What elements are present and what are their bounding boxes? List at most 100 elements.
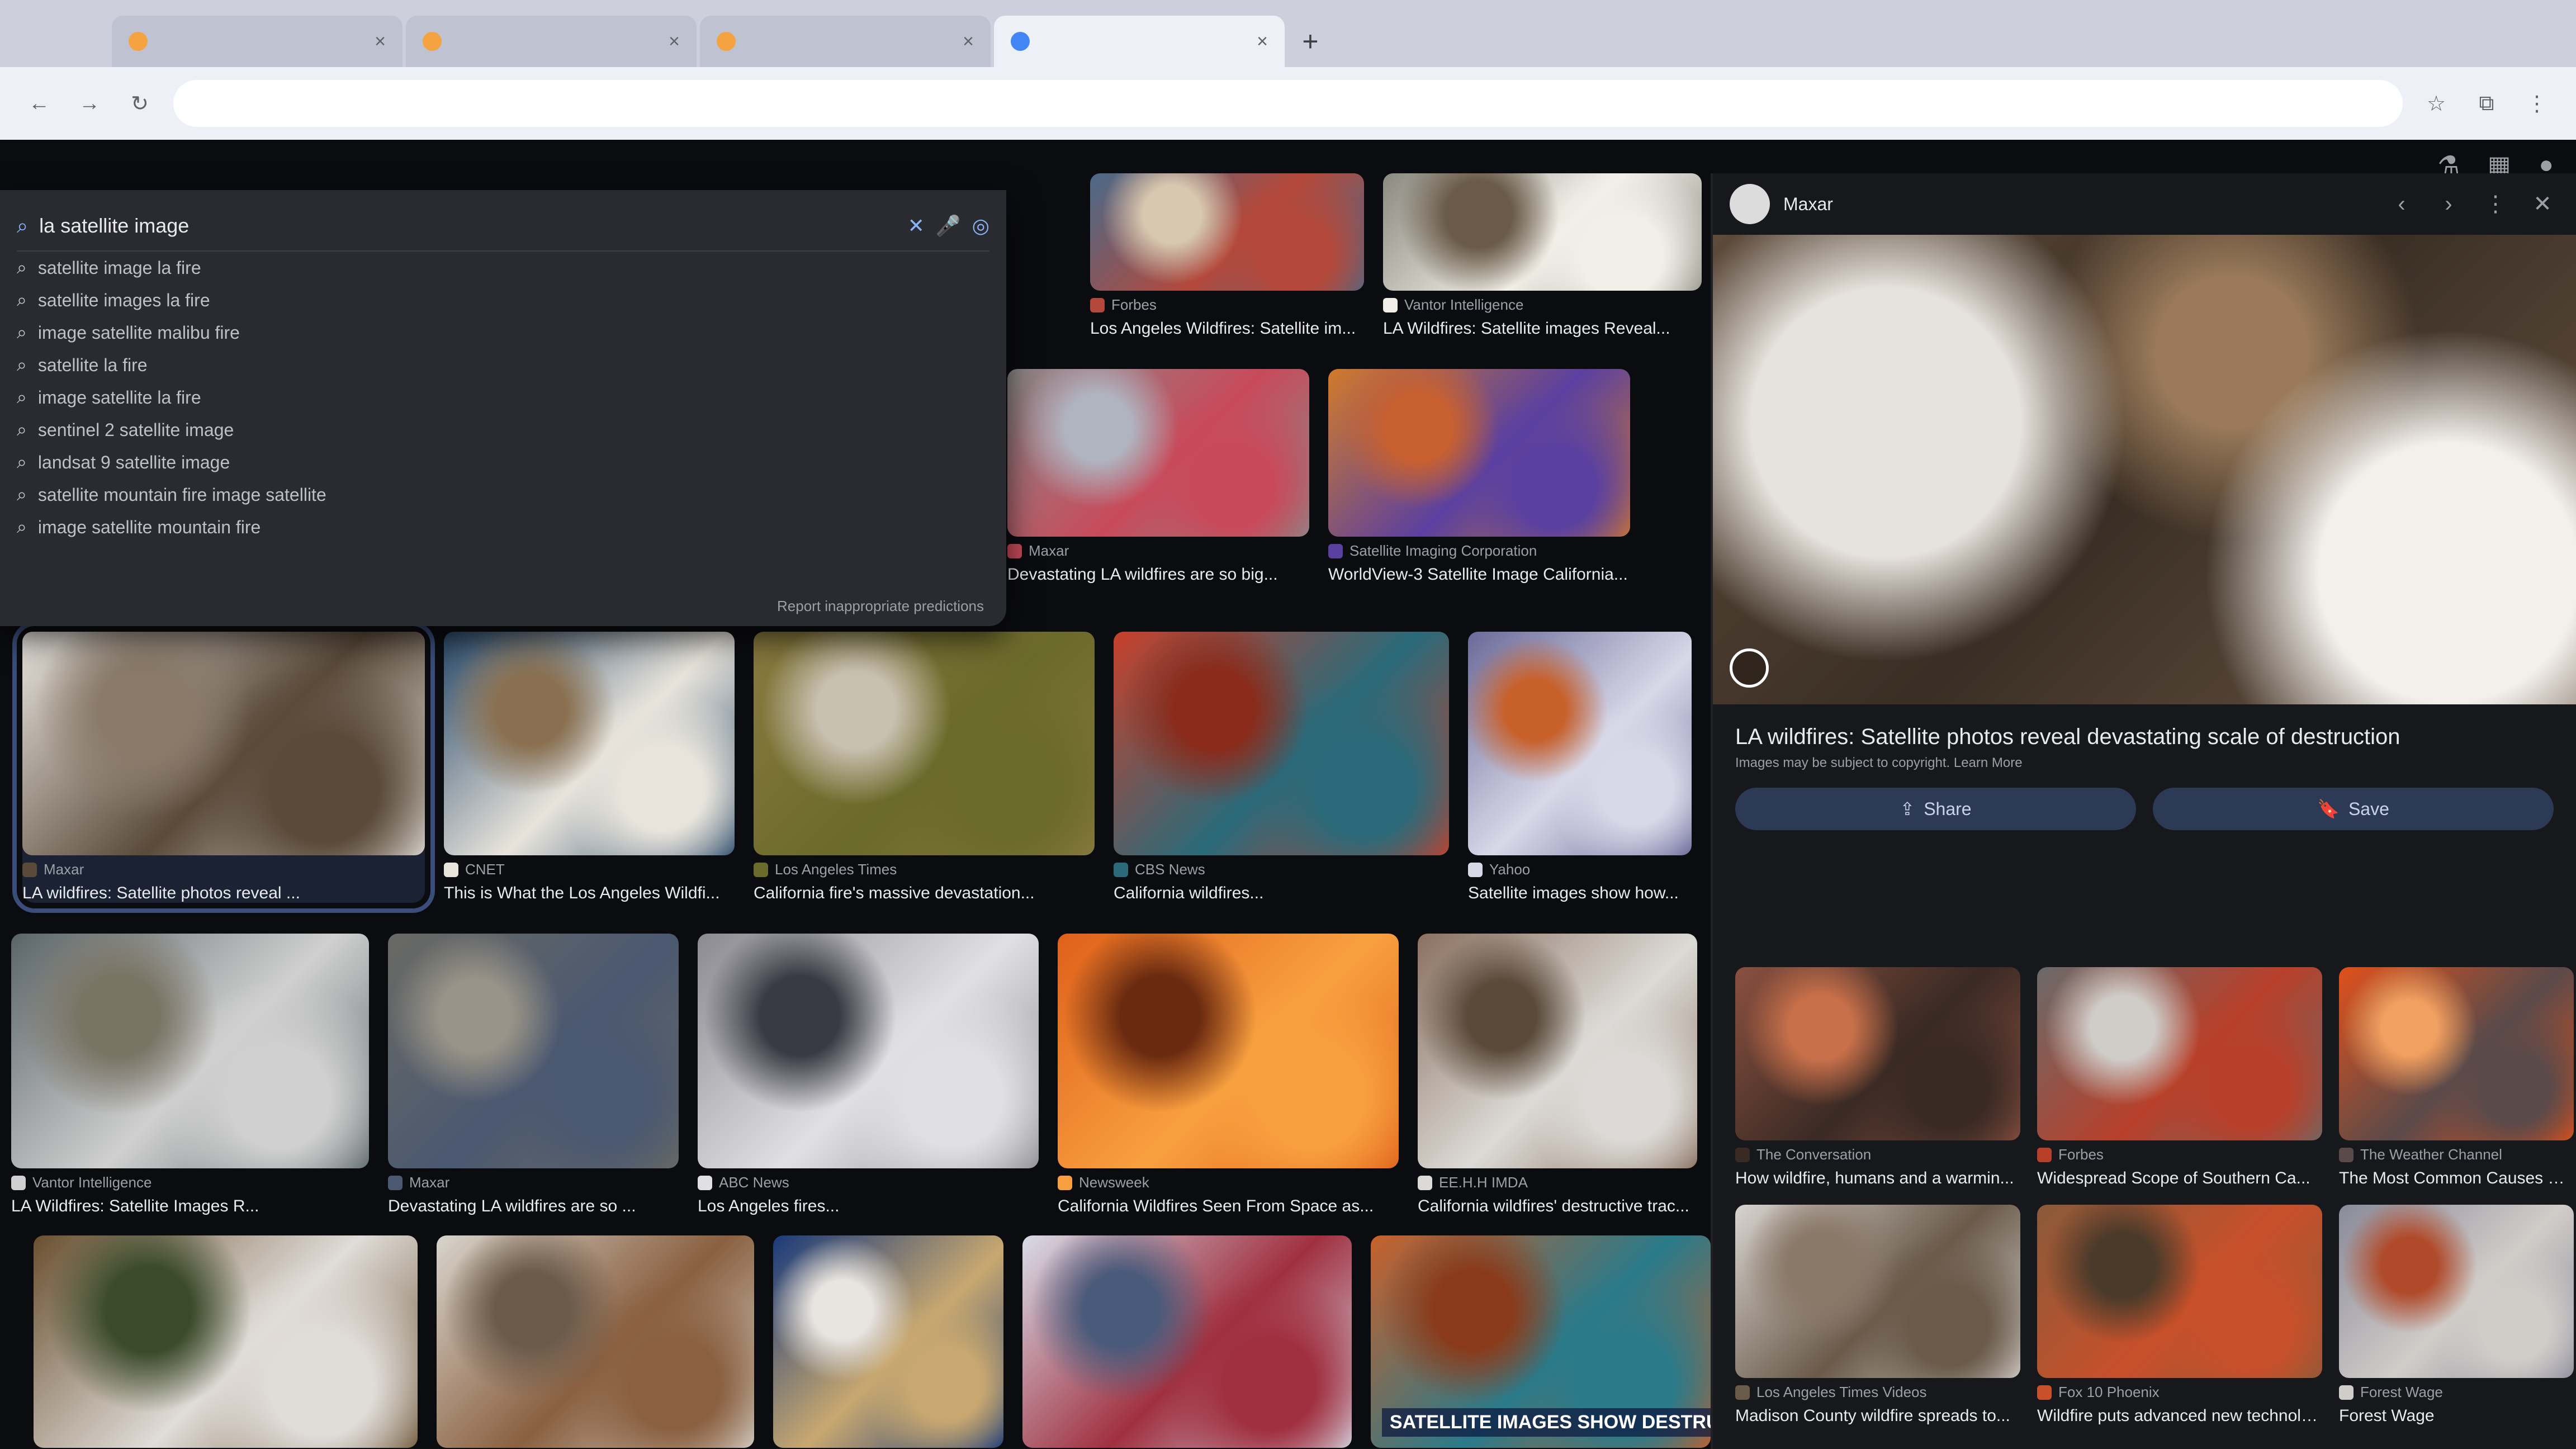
result-card[interactable]: CBS News California wildfires... (1114, 632, 1449, 903)
result-card-selected[interactable]: Maxar LA wildfires: Satellite photos reve… (12, 622, 435, 913)
search-suggestion[interactable]: ⌕ image satellite mountain fire (17, 511, 989, 543)
result-thumbnail[interactable] (444, 632, 735, 855)
result-card[interactable]: Space.com (1022, 1235, 1352, 1449)
related-card[interactable]: Los Angeles Times Videos Madison County w… (1735, 1205, 2020, 1426)
result-source[interactable]: CBS News (1114, 861, 1449, 878)
result-thumbnail[interactable] (1383, 173, 1702, 291)
search-suggestion[interactable]: ⌕ sentinel 2 satellite image (17, 414, 989, 446)
result-thumbnail[interactable] (1007, 369, 1309, 537)
related-caption[interactable]: Widespread Scope of Southern Ca... (2037, 1169, 2322, 1188)
result-caption[interactable]: LA Wildfires: Satellite Images R... (11, 1197, 369, 1216)
related-caption[interactable]: Wildfire puts advanced new technolo... (2037, 1407, 2322, 1426)
result-caption[interactable]: Devastating LA wildfires are so ... (388, 1197, 679, 1216)
result-card[interactable]: Vantor Intelligence LA Wildfires: Satelli… (1383, 173, 1702, 338)
search-suggestion[interactable]: ⌕ image satellite la fire (17, 381, 989, 414)
camera-icon[interactable]: ◎ (972, 214, 989, 238)
result-thumbnail[interactable] (1022, 1235, 1352, 1448)
lens-icon[interactable] (1730, 648, 1769, 688)
result-caption[interactable]: Satellite images show how... (1468, 884, 1692, 903)
result-card[interactable] (34, 1235, 418, 1449)
result-caption[interactable]: Devastating LA wildfires are so big... (1007, 565, 1309, 584)
url-input[interactable] (173, 80, 2403, 127)
related-caption[interactable]: How wildfire, humans and a warmin... (1735, 1169, 2020, 1188)
result-thumbnail[interactable] (34, 1235, 418, 1448)
browser-tab[interactable]: × (112, 16, 402, 67)
result-source[interactable]: Forbes (1090, 296, 1364, 314)
result-source[interactable]: Maxar (1007, 542, 1309, 560)
clear-icon[interactable]: ✕ (908, 214, 925, 238)
result-thumbnail[interactable] (22, 632, 425, 855)
menu-icon[interactable]: ⋮ (2520, 87, 2554, 120)
star-icon[interactable]: ☆ (2419, 87, 2453, 120)
result-card[interactable]: Vantor Intelligence LA Wildfires: Satelli… (11, 934, 369, 1216)
search-suggestion[interactable]: ⌕ landsat 9 satellite image (17, 446, 989, 479)
preview-title[interactable]: LA wildfires: Satellite photos reveal de… (1713, 704, 2576, 755)
result-card[interactable]: Maxar Devastating LA wildfires are so big… (1007, 369, 1309, 584)
save-button[interactable]: 🔖 Save (2153, 788, 2554, 830)
related-source[interactable]: Fox 10 Phoenix (2037, 1384, 2322, 1401)
browser-tab[interactable]: × (406, 16, 697, 67)
result-thumbnail[interactable] (1058, 934, 1399, 1168)
result-source[interactable]: CNET (444, 861, 735, 878)
result-card[interactable]: Maxar Devastating LA wildfires are so ... (388, 934, 679, 1216)
result-thumbnail[interactable] (1114, 632, 1449, 855)
related-caption[interactable]: Forest Wage (2339, 1407, 2574, 1426)
report-predictions-link[interactable]: Report inappropriate predictions (777, 598, 984, 615)
result-thumbnail[interactable] (436, 1235, 755, 1448)
search-suggestion[interactable]: ⌕ satellite mountain fire image satellite (17, 479, 989, 511)
mic-icon[interactable]: 🎤 (936, 214, 961, 238)
result-card[interactable]: Los Angeles Times California fire's massi… (754, 632, 1095, 903)
related-source[interactable]: Forest Wage (2339, 1384, 2574, 1401)
related-caption[interactable]: The Most Common Causes of W... (2339, 1169, 2574, 1188)
result-caption[interactable]: California wildfires... (1114, 884, 1449, 903)
result-source[interactable]: Maxar (388, 1174, 679, 1191)
related-thumbnail[interactable] (1735, 1205, 2020, 1378)
related-source[interactable]: Los Angeles Times Videos (1735, 1384, 2020, 1401)
reload-icon[interactable]: ↻ (123, 87, 157, 120)
new-tab-button[interactable]: + (1288, 16, 1333, 67)
related-thumbnail[interactable] (2037, 1205, 2322, 1378)
related-caption[interactable]: Madison County wildfire spreads to... (1735, 1407, 2020, 1426)
result-source[interactable]: Newsweek (1058, 1174, 1399, 1191)
related-card[interactable]: Forest Wage Forest Wage (2339, 1205, 2574, 1426)
result-caption[interactable]: LA wildfires: Satellite photos reveal ..… (22, 884, 425, 903)
result-source[interactable]: Maxar (22, 861, 425, 878)
related-thumbnail[interactable] (1735, 967, 2020, 1140)
search-suggestion[interactable]: ⌕ satellite image la fire (17, 252, 989, 284)
related-thumbnail[interactable] (2339, 1205, 2574, 1378)
related-card[interactable]: Forbes Widespread Scope of Southern Ca... (2037, 967, 2322, 1188)
result-source[interactable]: Yahoo (1468, 861, 1692, 878)
result-card[interactable]: Forbes Los Angeles Wildfires: Satellite i… (1090, 173, 1364, 338)
result-thumbnail[interactable] (754, 632, 1095, 855)
result-caption[interactable]: LA Wildfires: Satellite images Reveal... (1383, 319, 1702, 338)
result-card[interactable]: Los Angeles Times (436, 1235, 755, 1449)
result-thumbnail[interactable]: SATELLITE IMAGES SHOW DESTRUCTION (1370, 1235, 1787, 1448)
result-source[interactable]: EE.H.H IMDA (1418, 1174, 1697, 1191)
result-thumbnail[interactable] (388, 934, 679, 1168)
result-card[interactable]: Newsweek California Wildfires Seen From S… (1058, 934, 1399, 1216)
search-input[interactable]: la satellite image (39, 214, 896, 238)
result-thumbnail[interactable] (1468, 632, 1692, 855)
result-thumbnail[interactable] (698, 934, 1039, 1168)
browser-tab[interactable]: × (700, 16, 991, 67)
related-card[interactable]: Fox 10 Phoenix Wildfire puts advanced new… (2037, 1205, 2322, 1426)
result-thumbnail[interactable] (1328, 369, 1630, 537)
search-box[interactable]: ⌕ la satellite image ✕ 🎤 ◎ (17, 201, 989, 252)
result-caption[interactable]: Los Angeles fires... (698, 1197, 1039, 1216)
close-icon[interactable]: × (669, 31, 680, 53)
preview-image[interactable] (1713, 235, 2576, 704)
result-card[interactable]: SATELLITE IMAGES SHOW DESTRUCTIONYouTube (1370, 1235, 1787, 1449)
search-suggestion[interactable]: ⌕ satellite la fire (17, 349, 989, 381)
result-caption[interactable]: WorldView-3 Satellite Image California..… (1328, 565, 1630, 584)
result-thumbnail[interactable] (11, 934, 369, 1168)
related-thumbnail[interactable] (2037, 967, 2322, 1140)
result-caption[interactable]: California wildfires' destructive trac..… (1418, 1197, 1697, 1216)
related-source[interactable]: Forbes (2037, 1146, 2322, 1163)
forward-icon[interactable]: → (73, 87, 106, 120)
result-source[interactable]: Los Angeles Times (754, 861, 1095, 878)
result-thumbnail[interactable] (1418, 934, 1697, 1168)
result-card[interactable]: Satellite Imaging Corporation WorldView-3… (1328, 369, 1630, 584)
back-icon[interactable]: ← (22, 87, 56, 120)
chevron-left-icon[interactable]: ‹ (2385, 192, 2418, 217)
close-icon[interactable]: × (375, 31, 386, 53)
